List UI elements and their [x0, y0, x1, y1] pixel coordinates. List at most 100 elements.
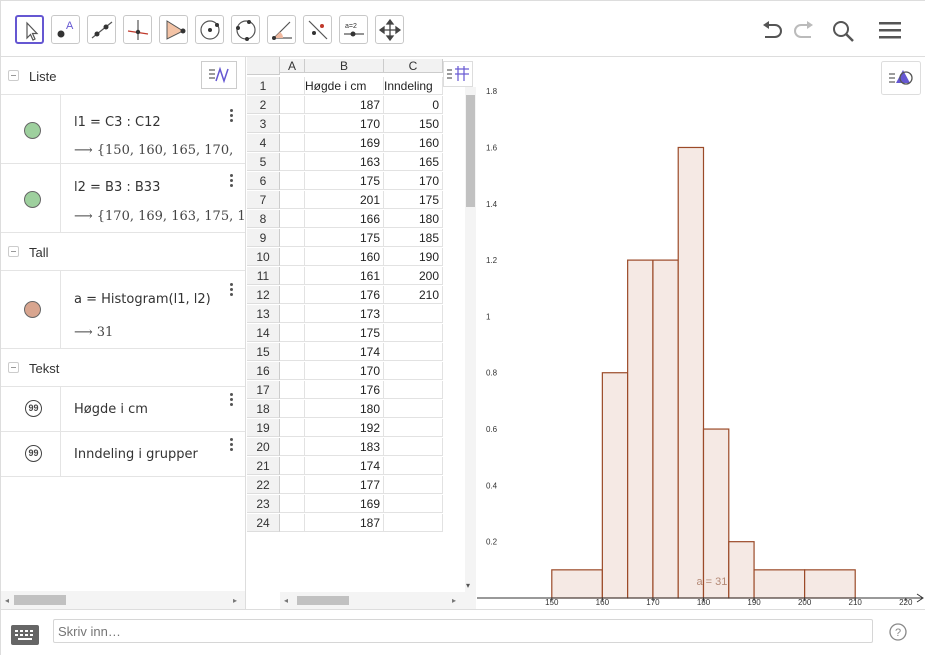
cell-c[interactable] — [384, 362, 443, 380]
circle-center-point-tool-button[interactable] — [195, 15, 224, 44]
cell-b[interactable]: 170 — [305, 362, 384, 380]
redo-icon[interactable] — [791, 19, 815, 41]
scroll-left-icon[interactable]: ◂ — [284, 596, 288, 605]
number-definition[interactable]: a = Histogram(l1, l2) — [74, 292, 211, 307]
spreadsheet-style-bar-toggle-icon[interactable] — [443, 61, 473, 87]
cell-c[interactable] — [384, 305, 443, 323]
cell-a[interactable] — [280, 305, 305, 323]
category-tekst[interactable]: Tekst — [1, 349, 245, 387]
cell-b[interactable]: 170 — [305, 115, 384, 133]
scrollbar-thumb[interactable] — [297, 596, 349, 605]
cell-a[interactable] — [280, 210, 305, 228]
cell-b[interactable]: 176 — [305, 286, 384, 304]
cell-c[interactable] — [384, 419, 443, 437]
row-header[interactable]: 5 — [247, 153, 280, 171]
cell-a[interactable] — [280, 229, 305, 247]
row-header[interactable]: 7 — [247, 191, 280, 209]
column-header-c[interactable]: C — [384, 59, 443, 73]
visibility-toggle-icon[interactable] — [24, 191, 41, 208]
row-header[interactable]: 19 — [247, 419, 280, 437]
visibility-toggle-icon[interactable] — [24, 122, 41, 139]
cell-b[interactable]: 163 — [305, 153, 384, 171]
quote-text-icon[interactable]: 99 — [25, 400, 42, 417]
algebra-input-field[interactable] — [53, 619, 873, 643]
row-header[interactable]: 10 — [247, 248, 280, 266]
cell-b[interactable]: 175 — [305, 172, 384, 190]
cell-b[interactable]: 187 — [305, 96, 384, 114]
cell-a[interactable] — [280, 362, 305, 380]
perpendicular-line-tool-button[interactable] — [123, 15, 152, 44]
row-header[interactable]: 14 — [247, 324, 280, 342]
scroll-down-icon[interactable]: ▾ — [466, 581, 470, 590]
cell-a[interactable] — [280, 96, 305, 114]
column-header-b[interactable]: B — [305, 59, 384, 73]
cell-a[interactable] — [280, 115, 305, 133]
cell-b[interactable]: 177 — [305, 476, 384, 494]
row-header[interactable]: 16 — [247, 362, 280, 380]
cell-a[interactable] — [280, 191, 305, 209]
more-options-icon[interactable] — [230, 174, 234, 189]
cell-c[interactable]: 165 — [384, 153, 443, 171]
cell-c[interactable] — [384, 324, 443, 342]
scrollbar-thumb[interactable] — [466, 95, 475, 207]
text-definition[interactable]: Inndeling i grupper — [74, 447, 198, 462]
cell-b[interactable]: 187 — [305, 514, 384, 532]
cell-c[interactable] — [384, 457, 443, 475]
cell-a[interactable] — [280, 248, 305, 266]
cell-c[interactable] — [384, 476, 443, 494]
more-options-icon[interactable] — [230, 109, 234, 124]
sheet-corner[interactable] — [247, 57, 280, 75]
cell-c[interactable]: Inndeling — [384, 77, 443, 95]
cell-a[interactable] — [280, 400, 305, 418]
row-header[interactable]: 22 — [247, 476, 280, 494]
scroll-right-icon[interactable]: ▸ — [452, 596, 456, 605]
move-tool-button[interactable] — [15, 15, 44, 44]
cell-a[interactable] — [280, 343, 305, 361]
cell-c[interactable]: 160 — [384, 134, 443, 152]
cell-b[interactable]: 201 — [305, 191, 384, 209]
graphics-style-bar-toggle-icon[interactable] — [881, 61, 921, 95]
row-header[interactable]: 3 — [247, 115, 280, 133]
cell-b[interactable]: 166 — [305, 210, 384, 228]
cell-c[interactable]: 200 — [384, 267, 443, 285]
row-header[interactable]: 21 — [247, 457, 280, 475]
cell-a[interactable] — [280, 495, 305, 513]
polygon-tool-button[interactable] — [159, 15, 188, 44]
hamburger-menu-icon[interactable] — [877, 19, 903, 41]
cell-a[interactable] — [280, 267, 305, 285]
text-item-hogde[interactable]: 99 Høgde i cm — [1, 387, 245, 432]
cell-b[interactable]: 192 — [305, 419, 384, 437]
move-graphics-view-tool-button[interactable] — [375, 15, 404, 44]
cell-c[interactable] — [384, 381, 443, 399]
row-header[interactable]: 11 — [247, 267, 280, 285]
row-header[interactable]: 8 — [247, 210, 280, 228]
cell-c[interactable]: 210 — [384, 286, 443, 304]
number-item-a[interactable]: a = Histogram(l1, l2) ⟶ 31 — [1, 271, 245, 349]
cell-b[interactable]: 183 — [305, 438, 384, 456]
more-options-icon[interactable] — [230, 283, 234, 298]
cell-c[interactable]: 175 — [384, 191, 443, 209]
slider-tool-button[interactable]: a=2 — [339, 15, 368, 44]
row-header[interactable]: 18 — [247, 400, 280, 418]
keyboard-icon[interactable] — [11, 625, 39, 645]
row-header[interactable]: 24 — [247, 514, 280, 532]
cell-c[interactable] — [384, 514, 443, 532]
cell-b[interactable]: 169 — [305, 495, 384, 513]
algebra-style-bar-toggle-icon[interactable] — [201, 61, 237, 89]
text-item-inndeling[interactable]: 99 Inndeling i grupper — [1, 432, 245, 477]
cell-b[interactable]: 180 — [305, 400, 384, 418]
collapse-icon[interactable] — [8, 70, 19, 81]
sheet-vertical-scrollbar[interactable]: ▾ — [465, 87, 476, 592]
row-header[interactable]: 20 — [247, 438, 280, 456]
list-definition[interactable]: l2 = B3 : B33 — [74, 180, 160, 195]
angle-tool-button[interactable] — [267, 15, 296, 44]
cell-a[interactable] — [280, 172, 305, 190]
search-icon[interactable] — [831, 19, 857, 43]
row-header[interactable]: 23 — [247, 495, 280, 513]
row-header[interactable]: 4 — [247, 134, 280, 152]
cell-b[interactable]: 175 — [305, 324, 384, 342]
scroll-left-icon[interactable]: ◂ — [5, 596, 9, 605]
column-header-a[interactable]: A — [280, 59, 305, 73]
cell-b[interactable]: 174 — [305, 457, 384, 475]
cell-b[interactable]: 161 — [305, 267, 384, 285]
